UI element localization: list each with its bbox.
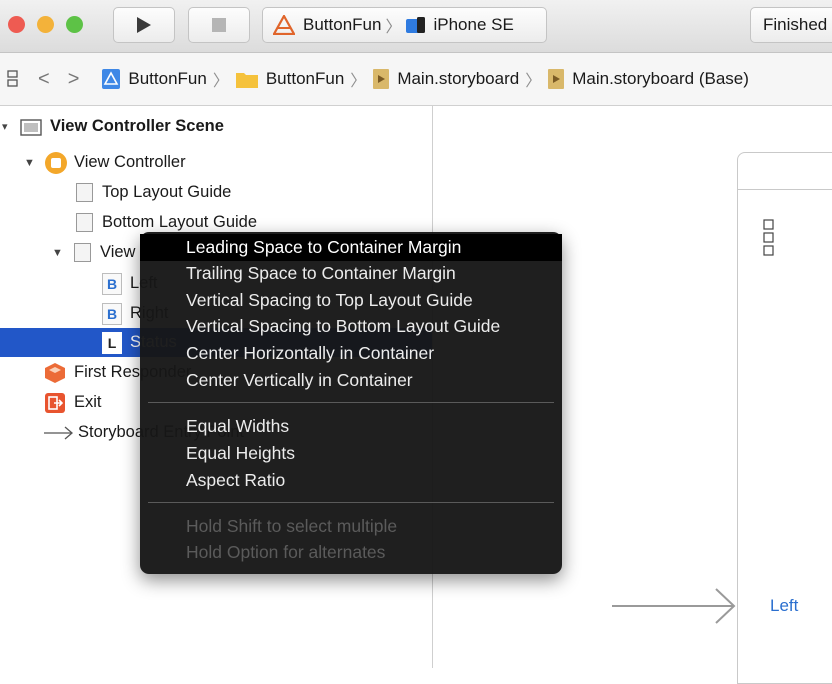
stop-icon: [212, 18, 226, 32]
activity-viewer: Finished: [750, 7, 832, 43]
chevron-right-icon: 〉: [212, 73, 229, 90]
run-button[interactable]: [113, 7, 175, 43]
storyboard-file-icon: [373, 69, 390, 89]
menu-hint-shift: Hold Shift to select multiple: [186, 516, 398, 536]
toolbar: ButtonFun 〉 iPhone SE Finished: [0, 0, 832, 53]
menu-hint-option: Hold Option for alternates: [186, 542, 386, 562]
layout-guide-icon: [76, 213, 93, 232]
play-icon: [137, 17, 151, 33]
disclosure-triangle-icon[interactable]: ▾: [2, 120, 12, 133]
menu-item-center-vertically[interactable]: Center Vertically in Container: [140, 367, 562, 394]
label-icon: L: [102, 331, 122, 354]
back-arrow-icon[interactable]: <: [38, 68, 50, 91]
minimize-window-button[interactable]: [37, 16, 54, 33]
exit-icon: [45, 392, 65, 413]
canvas-left-button[interactable]: Left: [770, 596, 798, 616]
chevron-right-icon: 〉: [350, 73, 367, 90]
button-icon: B: [102, 302, 122, 325]
activity-status-text: Finished: [763, 15, 828, 34]
xcode-app-icon: [273, 15, 295, 35]
related-items-icon[interactable]: [6, 69, 20, 89]
menu-item-vertical-bottom[interactable]: Vertical Spacing to Bottom Layout Guide: [140, 313, 562, 340]
breadcrumb-group[interactable]: ButtonFun 〉: [235, 67, 372, 91]
view-controller-label: View Controller: [74, 153, 186, 171]
close-window-button[interactable]: [8, 16, 25, 33]
exit-label: Exit: [74, 393, 102, 411]
scene-icon: [20, 118, 42, 136]
menu-separator: [148, 402, 554, 403]
disclosure-triangle-icon[interactable]: ▼: [52, 247, 64, 259]
outline-row-scene[interactable]: ▾ View Controller Scene: [0, 112, 432, 141]
chevron-right-icon: 〉: [385, 19, 402, 36]
scheme-project-name: ButtonFun: [303, 15, 382, 34]
menu-item-equal-widths[interactable]: Equal Widths: [140, 413, 562, 440]
menu-item-aspect-ratio[interactable]: Aspect Ratio: [140, 467, 562, 494]
scheme-selector[interactable]: ButtonFun 〉 iPhone SE: [262, 7, 547, 43]
breadcrumb-storyboard-base-label: Main.storyboard (Base): [572, 69, 749, 88]
view-controller-icon: [45, 151, 67, 174]
breadcrumb-group-label: ButtonFun: [265, 69, 345, 88]
menu-item-center-horizontally[interactable]: Center Horizontally in Container: [140, 340, 562, 367]
breadcrumb-storyboard-base[interactable]: Main.storyboard (Base): [547, 68, 749, 90]
iphone-device-icon: [406, 17, 426, 33]
scheme-device-name: iPhone SE: [433, 15, 514, 34]
top-layout-guide-label: Top Layout Guide: [102, 183, 232, 201]
menu-separator: [148, 502, 554, 503]
project-file-icon: [102, 69, 121, 89]
breadcrumb-storyboard[interactable]: Main.storyboard 〉: [372, 67, 547, 91]
layout-guide-icon: [76, 183, 93, 202]
jump-bar: < > ButtonFun 〉 ButtonFun 〉 Main.storybo…: [0, 53, 832, 106]
button-icon: B: [102, 272, 122, 295]
scene-dock-divider: [738, 189, 832, 190]
bottom-layout-guide-label: Bottom Layout Guide: [102, 213, 258, 231]
menu-item-equal-heights[interactable]: Equal Heights: [140, 440, 562, 467]
first-responder-icon: [45, 362, 65, 383]
disclosure-triangle-icon[interactable]: ▼: [24, 157, 36, 169]
menu-item-vertical-top[interactable]: Vertical Spacing to Top Layout Guide: [140, 287, 562, 314]
forward-arrow-icon[interactable]: >: [68, 68, 80, 91]
zoom-window-button[interactable]: [66, 16, 83, 33]
view-label: View: [100, 243, 136, 261]
arrow-right-icon: [44, 426, 73, 439]
constraint-context-menu: Leading Space to Container Margin Traili…: [140, 232, 562, 574]
menu-item-trailing-space[interactable]: Trailing Space to Container Margin: [140, 260, 562, 287]
scene-title: View Controller Scene: [50, 117, 224, 135]
breadcrumb-storyboard-label: Main.storyboard: [397, 69, 520, 88]
layout-guide-markers-icon: [763, 219, 774, 256]
view-icon: [74, 243, 91, 262]
breadcrumb-project[interactable]: ButtonFun 〉: [101, 67, 234, 91]
outline-row-view-controller[interactable]: ▼ View Controller: [0, 148, 432, 177]
entry-point-arrow-icon: [612, 588, 736, 624]
chevron-right-icon: 〉: [525, 73, 542, 90]
breadcrumb-project-label: ButtonFun: [128, 69, 207, 88]
menu-item-leading-space[interactable]: Leading Space to Container Margin: [140, 234, 562, 261]
stop-button[interactable]: [188, 7, 250, 43]
storyboard-file-icon: [548, 69, 565, 89]
outline-row-top-layout-guide[interactable]: Top Layout Guide: [0, 178, 432, 207]
folder-icon: [235, 73, 258, 88]
